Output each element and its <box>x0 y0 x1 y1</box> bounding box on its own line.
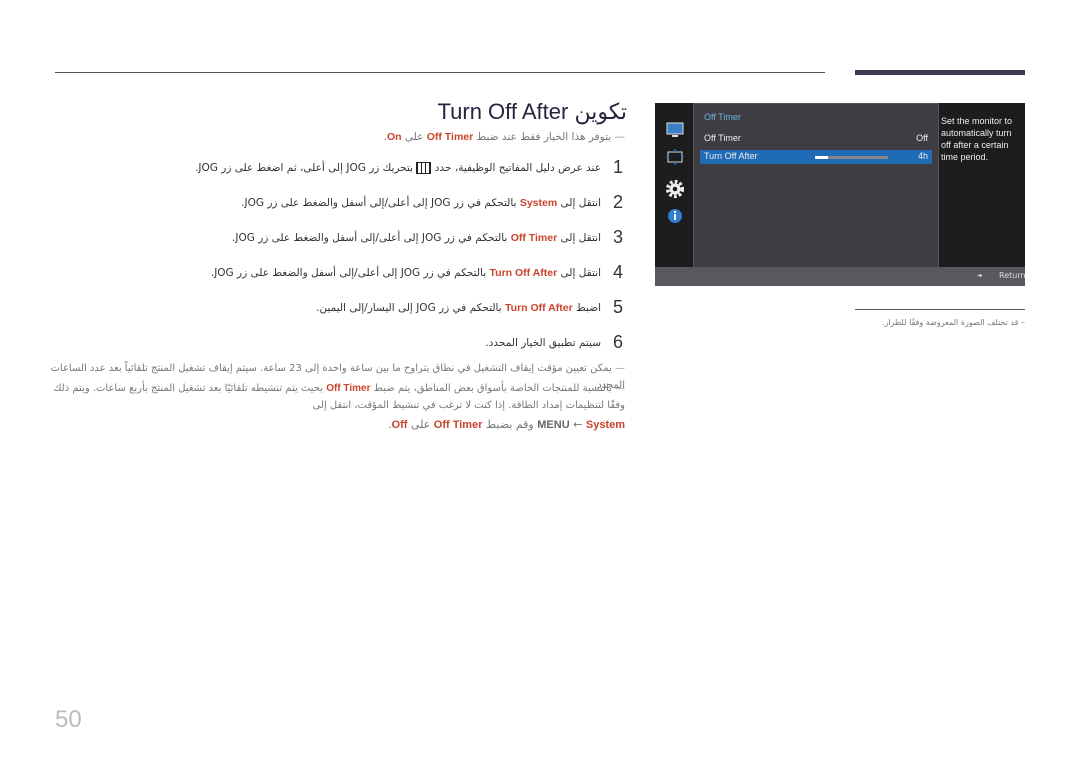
title-arabic: تكوين <box>574 99 627 124</box>
settings-gear-icon <box>665 179 685 199</box>
return-arrow-icon: ◄ <box>977 272 982 279</box>
info-icon <box>668 209 682 223</box>
osd-row-turn-off-after[interactable]: Turn Off After 4h <box>700 150 932 164</box>
precondition-note: — يتوفر هذا الخيار فقط عند ضبط Off Timer… <box>383 131 625 143</box>
header-bar <box>855 70 1025 75</box>
osd-footer: ◄ Return <box>655 267 1026 286</box>
step-3: 3 انتقل إلى Off Timer بالتحكم في زر JOG إ… <box>232 227 623 247</box>
note-menu-path: MENU ← System وقم بضبط Off Timer على Off… <box>388 418 625 431</box>
step-2: 2 انتقل إلى System بالتحكم في زر JOG إلى … <box>241 192 623 212</box>
monitor-osd-screenshot: Off Timer Off Timer Off Turn Off After 4h … <box>655 103 1026 286</box>
header-rule <box>55 72 825 73</box>
note-regional: — بالنسبة للمنتجات الخاصة بأسواق بعض الم… <box>53 383 625 411</box>
menu-grid-icon <box>416 161 432 174</box>
image-caption: – قد تختلف الصورة المعروضة وفقًا للطراز. <box>881 318 1025 327</box>
step-5: 5 اضبط Turn Off After بالتحكم في زر JOG إ… <box>316 297 623 317</box>
osd-row-off-timer[interactable]: Off Timer Off <box>700 132 932 146</box>
osd-description: Set the monitor to automatically turn of… <box>941 116 1013 162</box>
osd-menu-title: Off Timer <box>704 112 741 122</box>
page-number: 50 <box>55 706 82 733</box>
caption-rule <box>855 309 1025 310</box>
page-title: تكوين Turn Off After <box>438 99 627 125</box>
step-4: 4 انتقل إلى Turn Off After بالتحكم في زر … <box>210 262 623 282</box>
osd-sidebar <box>655 103 693 265</box>
title-english: Turn Off After <box>437 99 569 124</box>
osd-slider[interactable] <box>815 156 888 159</box>
step-1: 1 عند عرض دليل المفاتيح الوظيفية، حدد بتح… <box>195 157 623 177</box>
size-position-icon <box>666 149 684 165</box>
picture-icon <box>666 122 684 137</box>
step-6: 6 سيتم تطبيق الخيار المحدد. <box>485 332 623 352</box>
return-label[interactable]: Return <box>999 271 1026 280</box>
osd-menu: Off Timer Off Timer Off Turn Off After 4h <box>693 103 939 269</box>
